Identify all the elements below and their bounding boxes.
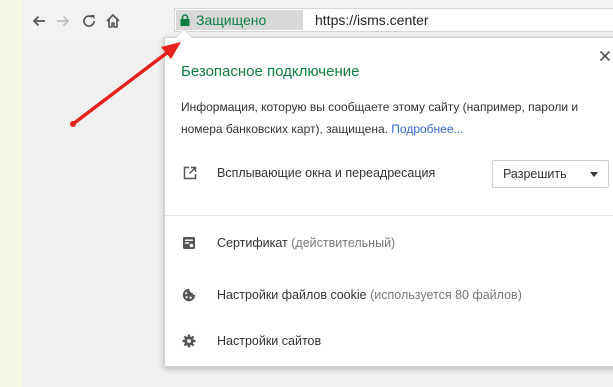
connection-description-text: Информация, которую вы сообщаете этому с… <box>181 100 579 136</box>
popups-permission-row: Всплывающие окна и переадресация Разреши… <box>181 160 611 188</box>
address-bar[interactable]: Защищено https://isms.center <box>174 8 613 32</box>
cookies-row[interactable]: Настройки файлов cookie (используется 80… <box>181 286 601 306</box>
section-divider <box>165 215 613 216</box>
site-info-popup: Безопасное подключение Информация, котор… <box>164 29 613 367</box>
popup-caret <box>176 30 192 38</box>
browser-toolbar: Защищено https://isms.center <box>22 0 613 40</box>
certificate-row[interactable]: Сертификат (действительный) <box>181 234 601 254</box>
site-settings-label: Настройки сайтов <box>217 334 322 348</box>
popups-permission-value: Разрешить <box>503 167 567 181</box>
certificate-label: Сертификат <box>217 236 288 250</box>
popups-permission-select[interactable]: Разрешить <box>492 160 609 188</box>
lock-icon <box>180 14 190 26</box>
arrow-right-icon <box>57 15 70 27</box>
learn-more-link[interactable]: Подробнее... <box>391 122 463 136</box>
back-button[interactable] <box>30 12 48 30</box>
cookies-text: Настройки файлов cookie (используется 80… <box>217 288 522 302</box>
connection-title: Безопасное подключение <box>181 63 360 80</box>
url-text[interactable]: https://isms.center <box>315 11 429 29</box>
reload-icon <box>83 15 95 27</box>
certificate-icon <box>183 237 195 249</box>
cookie-icon <box>182 288 196 302</box>
arrow-left-icon <box>32 15 45 27</box>
certificate-text: Сертификат (действительный) <box>217 236 395 250</box>
gear-icon <box>182 334 196 348</box>
cookies-label: Настройки файлов cookie <box>217 288 367 302</box>
security-status-label: Защищено <box>196 12 267 28</box>
site-settings-row[interactable]: Настройки сайтов <box>181 332 601 352</box>
connection-description: Информация, которую вы сообщаете этому с… <box>181 96 601 140</box>
close-popup-button[interactable] <box>597 50 613 66</box>
certificate-status: (действительный) <box>291 236 396 250</box>
close-icon <box>599 50 611 62</box>
caret-down-icon <box>590 172 598 177</box>
popups-permission-label: Всплывающие окна и переадресация <box>217 166 436 180</box>
site-info-button[interactable]: Защищено <box>176 10 303 30</box>
cookies-count: (используется 80 файлов) <box>370 288 522 302</box>
open-in-new-icon <box>183 166 197 180</box>
home-button[interactable] <box>104 12 122 30</box>
reload-button[interactable] <box>80 12 98 30</box>
home-icon <box>106 14 120 28</box>
forward-button[interactable] <box>54 12 72 30</box>
